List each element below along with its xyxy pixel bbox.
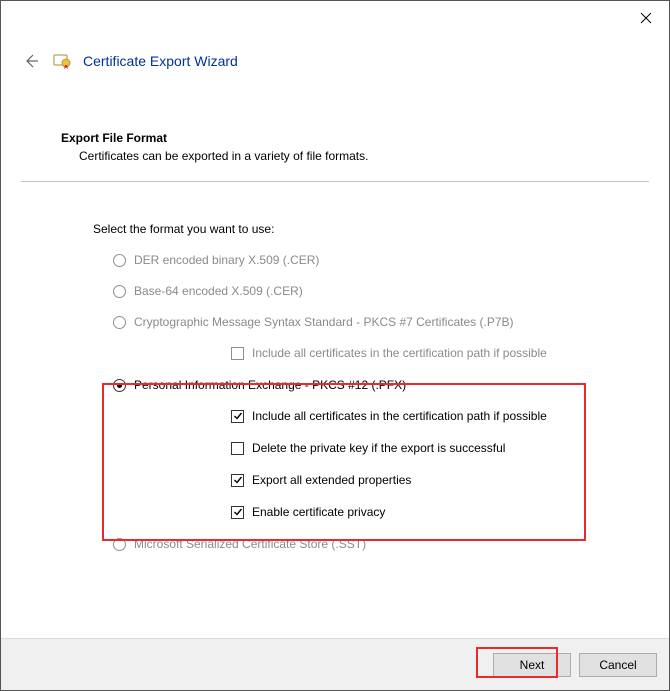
radio-icon: [113, 285, 126, 298]
radio-label: Base-64 encoded X.509 (.CER): [134, 284, 303, 298]
radio-sst: Microsoft Serialized Certificate Store (…: [113, 534, 649, 554]
check-pfx-export[interactable]: Export all extended properties: [231, 470, 649, 490]
check-pfx-include[interactable]: Include all certificates in the certific…: [231, 406, 649, 426]
radio-icon: [113, 316, 126, 329]
radio-base64: Base-64 encoded X.509 (.CER): [113, 281, 649, 301]
check-pfx-privacy[interactable]: Enable certificate privacy: [231, 502, 649, 522]
radio-icon: [113, 538, 126, 551]
back-arrow-icon: [23, 53, 39, 69]
section-subheading: Certificates can be exported in a variet…: [79, 149, 649, 163]
checkbox-label: Include all certificates in the certific…: [252, 346, 547, 360]
checkbox-label: Include all certificates in the certific…: [252, 409, 547, 423]
radio-icon: [113, 254, 126, 267]
radio-pfx[interactable]: Personal Information Exchange - PKCS #12…: [113, 375, 649, 395]
back-button[interactable]: [21, 51, 41, 71]
cancel-button[interactable]: Cancel: [579, 653, 657, 677]
checkbox-label: Delete the private key if the export is …: [252, 441, 505, 455]
format-prompt: Select the format you want to use:: [93, 222, 649, 236]
checkbox-icon: [231, 442, 244, 455]
radio-icon: [113, 379, 126, 392]
radio-p7b: Cryptographic Message Syntax Standard - …: [113, 312, 649, 332]
wizard-header: Certificate Export Wizard: [21, 51, 238, 71]
close-button[interactable]: [635, 7, 657, 29]
radio-label: Microsoft Serialized Certificate Store (…: [134, 537, 366, 551]
checkbox-label: Export all extended properties: [252, 473, 411, 487]
radio-der: DER encoded binary X.509 (.CER): [113, 250, 649, 270]
checkbox-icon: [231, 506, 244, 519]
section-heading: Export File Format: [61, 131, 649, 145]
checkmark-icon: [233, 411, 243, 421]
divider: [21, 181, 649, 182]
checkbox-icon: [231, 410, 244, 423]
next-button[interactable]: Next: [493, 653, 571, 677]
check-pfx-delete[interactable]: Delete the private key if the export is …: [231, 438, 649, 458]
radio-label: DER encoded binary X.509 (.CER): [134, 253, 319, 267]
wizard-window: Certificate Export Wizard Export File Fo…: [0, 0, 670, 691]
checkbox-label: Enable certificate privacy: [252, 505, 385, 519]
checkbox-icon: [231, 347, 244, 360]
checkmark-icon: [233, 475, 243, 485]
format-radio-group: DER encoded binary X.509 (.CER) Base-64 …: [113, 250, 649, 554]
close-icon: [640, 12, 652, 24]
wizard-title: Certificate Export Wizard: [83, 53, 238, 69]
certificate-icon: [53, 52, 71, 70]
check-p7b-include: Include all certificates in the certific…: [231, 343, 649, 363]
footer-bar: Next Cancel: [1, 638, 669, 690]
content-area: Export File Format Certificates can be e…: [21, 131, 649, 565]
checkbox-icon: [231, 474, 244, 487]
radio-label: Personal Information Exchange - PKCS #12…: [134, 378, 406, 392]
radio-label: Cryptographic Message Syntax Standard - …: [134, 315, 514, 329]
checkmark-icon: [233, 507, 243, 517]
